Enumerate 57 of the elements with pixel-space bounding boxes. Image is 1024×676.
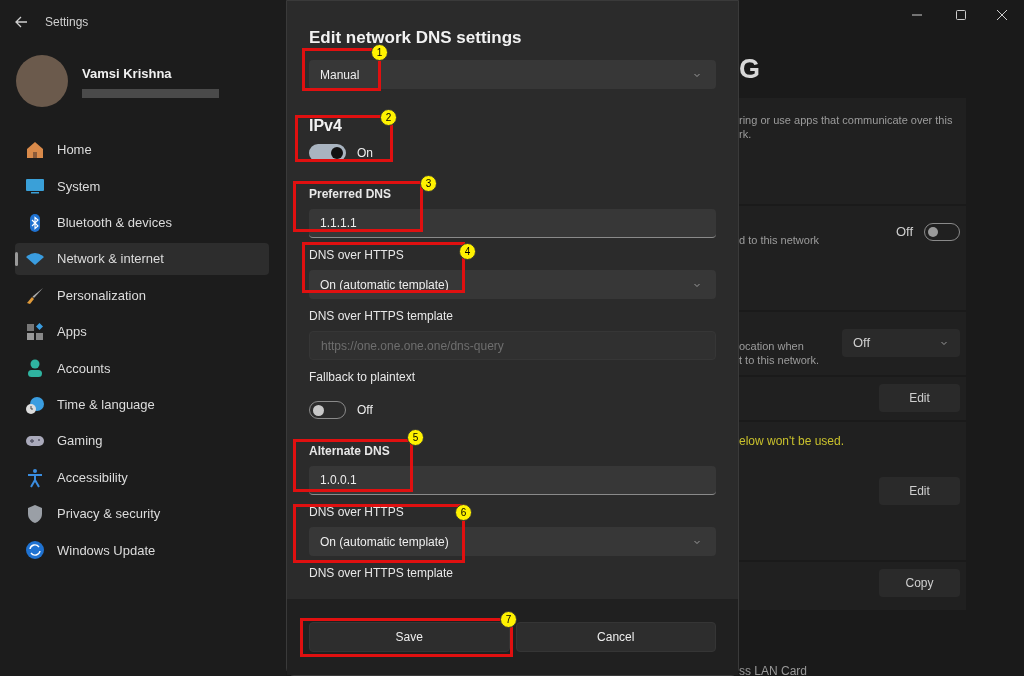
warning-text: elow won't be used. <box>739 433 845 450</box>
save-button[interactable]: Save <box>309 622 510 653</box>
cancel-button[interactable]: Cancel <box>515 622 716 653</box>
dropdown[interactable]: Off <box>842 329 960 357</box>
paintbrush-icon <box>25 285 45 306</box>
sidebar-item[interactable]: Time & language <box>15 388 269 421</box>
text-input[interactable]: 1.0.0.1 <box>309 466 716 495</box>
apps-icon <box>25 321 45 342</box>
sidebar-item[interactable]: Network & internet <box>15 243 269 276</box>
sidebar-item[interactable]: Accessibility <box>15 461 269 494</box>
sidebar-item[interactable]: Bluetooth & devices <box>15 206 269 239</box>
person-icon <box>25 358 45 379</box>
sidebar-item[interactable]: Home <box>15 134 269 166</box>
toggle-state-label: On <box>357 145 373 162</box>
globe-clock-icon <box>25 394 45 415</box>
avatar <box>16 55 68 107</box>
field-label: DNS over HTTPS template <box>309 565 454 581</box>
sidebar-item[interactable]: System <box>15 170 269 203</box>
dropdown[interactable]: Manual <box>309 60 716 89</box>
toggle-state-label: Off <box>895 223 913 241</box>
field-label: Preferred DNS <box>309 186 392 202</box>
window-title: Settings <box>45 14 89 31</box>
field-label: DNS over HTTPS <box>309 247 404 263</box>
page-heading: G <box>739 53 761 85</box>
setting-description: ocation when <box>739 339 804 353</box>
sidebar-item[interactable]: Personalization <box>15 279 269 312</box>
edit-button[interactable]: Edit <box>879 384 960 412</box>
field-label: DNS over HTTPS template <box>309 308 454 324</box>
setting-description: d to this network <box>739 233 820 247</box>
field-label: DNS over HTTPS <box>309 504 404 520</box>
back-arrow-icon[interactable] <box>14 15 28 29</box>
monitor-icon <box>25 176 45 197</box>
sidebar-item[interactable]: Accounts <box>15 352 269 385</box>
dropdown[interactable]: On (automatic template) <box>309 527 716 556</box>
dropdown[interactable]: On (automatic template) <box>309 270 716 299</box>
refresh-icon <box>25 540 45 561</box>
accessibility-icon <box>25 467 45 488</box>
toggle-state-label: Off <box>357 402 373 419</box>
edit-button[interactable]: Copy <box>879 569 960 597</box>
setting-description: rk. <box>739 127 752 141</box>
close-icon[interactable] <box>997 10 1007 20</box>
text-input[interactable]: 1.1.1.1 <box>309 209 716 238</box>
setting-description: t to this network. <box>739 353 820 367</box>
shield-icon <box>25 503 45 524</box>
adapter-description: ss LAN Card <box>739 663 809 676</box>
setting-description: ring or use apps that communicate over this <box>739 113 953 127</box>
user-name: Vamsi Krishna <box>82 64 173 83</box>
sidebar-item[interactable]: Privacy & security <box>15 497 269 530</box>
field-label: Fallback to plaintext <box>309 369 416 385</box>
sidebar-item[interactable]: Windows Update <box>15 534 269 567</box>
section-heading: IPv4 <box>309 116 342 136</box>
edit-button[interactable]: Edit <box>879 477 960 505</box>
house-icon <box>25 140 45 160</box>
maximize-icon[interactable] <box>956 10 966 20</box>
sidebar-item[interactable]: Apps <box>15 315 269 348</box>
sidebar-item[interactable]: Gaming <box>15 425 269 458</box>
field-label: Alternate DNS <box>309 443 390 459</box>
